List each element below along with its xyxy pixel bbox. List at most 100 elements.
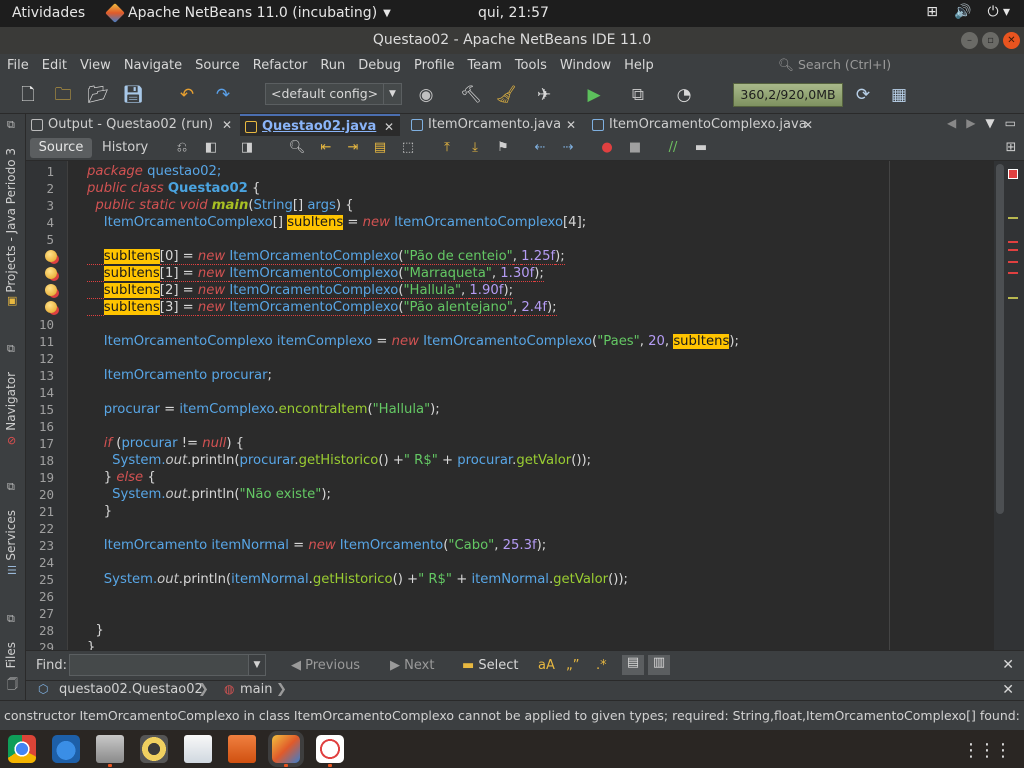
app-menu[interactable]: Apache NetBeans 11.0 (incubating) ▼	[105, 3, 391, 23]
eclipse-icon[interactable]	[316, 735, 344, 763]
code-line[interactable]: System.out.println("Não existe");	[87, 486, 331, 503]
minimize-group-icon[interactable]: ⧉	[7, 118, 15, 132]
find-previous-button[interactable]: ◀︎ Previous	[291, 658, 360, 673]
breadcrumb-method[interactable]: main	[240, 682, 272, 697]
build-hammer-icon[interactable]: 🔨︎	[459, 83, 483, 107]
prev-bookmark-icon[interactable]: ⤒	[438, 139, 456, 157]
tab-output[interactable]: Output - Questao02 (run) ✕	[26, 114, 238, 136]
activities-button[interactable]: Atividades	[12, 5, 85, 21]
save-all-icon[interactable]: 💾︎	[121, 83, 145, 107]
gc-icon[interactable]: ⟳	[851, 83, 875, 107]
clean-build-icon[interactable]: 🧹︎	[494, 83, 518, 107]
warning-mark[interactable]	[1008, 297, 1018, 299]
minimize-group-icon[interactable]: ⧉	[7, 612, 15, 626]
minimize-group-icon[interactable]: ⧉	[7, 342, 15, 356]
deploy-icon[interactable]: ✈︎	[532, 83, 556, 107]
maximize-button[interactable]: ▫	[982, 32, 999, 49]
find-input[interactable]	[69, 654, 249, 676]
menu-navigate[interactable]: Navigate	[117, 58, 188, 73]
code-line[interactable]: subItens[2] = new ItemOrcamentoComplexo(…	[87, 282, 514, 299]
undo-icon[interactable]: ↶	[175, 83, 199, 107]
uncomment-icon[interactable]: ▬	[692, 139, 710, 157]
shift-right-icon[interactable]: ⇢	[559, 139, 577, 157]
menu-window[interactable]: Window	[553, 58, 617, 73]
prev-occurrence-icon[interactable]: ⇤	[317, 139, 335, 157]
code-editor[interactable]: package questao02; public class Questao02…	[69, 161, 994, 650]
quick-search[interactable]: 🔍︎ Search (Ctrl+I)	[772, 56, 1012, 74]
minimize-button[interactable]: –	[961, 32, 978, 49]
toggle-bookmark-icon[interactable]: ⚑	[494, 139, 512, 157]
code-line[interactable]: }	[87, 639, 95, 650]
libreoffice-writer-icon[interactable]	[184, 735, 212, 763]
new-project-icon[interactable]: 🗀	[51, 83, 75, 107]
regex-icon[interactable]: .*	[596, 658, 607, 673]
code-line[interactable]: public class Questao02 {	[87, 180, 260, 197]
highlight-results-icon[interactable]: ▤	[622, 655, 644, 675]
menu-debug[interactable]: Debug	[351, 58, 407, 73]
match-case-icon[interactable]: aA	[538, 658, 555, 673]
error-mark[interactable]	[1008, 272, 1018, 274]
close-icon[interactable]: ✕	[803, 114, 813, 136]
show-applications-icon[interactable]: ⋮⋮⋮	[962, 740, 1012, 761]
error-mark[interactable]	[1008, 249, 1018, 251]
power-icon[interactable]: ⏻ ▾	[987, 4, 1010, 20]
rhythmbox-icon[interactable]	[140, 735, 168, 763]
redo-icon[interactable]: ↷	[211, 83, 235, 107]
record-macro-icon[interactable]: ●	[598, 139, 616, 157]
last-edit-icon[interactable]: ⎌	[173, 139, 191, 157]
comment-icon[interactable]: //	[664, 139, 682, 157]
code-line[interactable]: System.out.println(itemNormal.getHistori…	[87, 571, 628, 588]
stop-macro-icon[interactable]: ■	[626, 139, 644, 157]
menu-help[interactable]: Help	[617, 58, 660, 73]
menu-source[interactable]: Source	[188, 58, 246, 73]
maximize-editor-icon[interactable]: ▭	[1005, 116, 1016, 130]
tab-itemorcamentocomplexo[interactable]: ItemOrcamentoComplexo.java ✕	[587, 114, 819, 136]
error-hint-icon[interactable]	[45, 267, 57, 279]
close-button[interactable]: ✕	[1003, 32, 1020, 49]
software-center-icon[interactable]	[228, 735, 256, 763]
find-next-button[interactable]: ▶︎ Next	[390, 658, 434, 673]
netbeans-dock-icon[interactable]	[272, 735, 300, 763]
open-project-icon[interactable]: 📂︎	[86, 83, 110, 107]
code-line[interactable]: }	[87, 622, 103, 639]
close-icon[interactable]: ✕	[1002, 682, 1014, 698]
menu-tools[interactable]: Tools	[508, 58, 553, 73]
error-mark[interactable]	[1008, 261, 1018, 263]
config-select[interactable]: <default config> ▼	[265, 83, 402, 105]
system-tray[interactable]: ⊞ 🔊 ⏻ ▾	[926, 4, 1010, 20]
code-line[interactable]: package questao02;	[87, 163, 221, 180]
wrap-around-icon[interactable]: ▥	[648, 655, 670, 675]
files-app-icon[interactable]	[96, 735, 124, 763]
menu-file[interactable]: File	[0, 58, 35, 73]
breadcrumb-class[interactable]: questao02.Questao02	[59, 682, 203, 697]
rect-select-icon[interactable]: ⬚	[399, 139, 417, 157]
code-line[interactable]: public static void main(String[] args) {	[87, 197, 353, 214]
menu-run[interactable]: Run	[313, 58, 351, 73]
code-line[interactable]: ItemOrcamentoComplexo itemComplexo = new…	[87, 333, 739, 350]
tab-itemorcamento[interactable]: ItemOrcamento.java ✕	[406, 114, 582, 136]
error-hint-icon[interactable]	[45, 250, 57, 262]
close-icon[interactable]: ✕	[566, 114, 576, 136]
run-icon[interactable]: ▶	[582, 83, 606, 107]
error-mark[interactable]	[1008, 241, 1018, 243]
code-line[interactable]: }	[87, 503, 112, 520]
next-bookmark-icon[interactable]: ⤓	[466, 139, 484, 157]
navigator-tab[interactable]: Navigator	[4, 372, 18, 431]
editor-scrollbar[interactable]	[994, 161, 1024, 650]
code-line[interactable]: if (procurar != null) {	[87, 435, 244, 452]
close-icon[interactable]: ✕	[1002, 657, 1014, 673]
shift-left-icon[interactable]: ⇠	[531, 139, 549, 157]
close-icon[interactable]: ✕	[222, 114, 232, 136]
code-line[interactable]: ItemOrcamento procurar;	[87, 367, 272, 384]
services-tab[interactable]: Services	[4, 510, 18, 561]
close-icon[interactable]: ✕	[384, 116, 394, 138]
code-line[interactable]: System.out.println(procurar.getHistorico…	[87, 452, 591, 469]
back-icon[interactable]: ◧	[202, 139, 220, 157]
history-button[interactable]: History	[102, 138, 148, 158]
fold-toggle-icon[interactable]: −	[67, 199, 68, 208]
menu-refactor[interactable]: Refactor	[246, 58, 314, 73]
error-status-icon[interactable]	[1008, 169, 1018, 179]
warning-mark[interactable]	[1008, 217, 1018, 219]
split-editor-icon[interactable]: ⊞	[1002, 139, 1020, 157]
menu-view[interactable]: View	[73, 58, 117, 73]
